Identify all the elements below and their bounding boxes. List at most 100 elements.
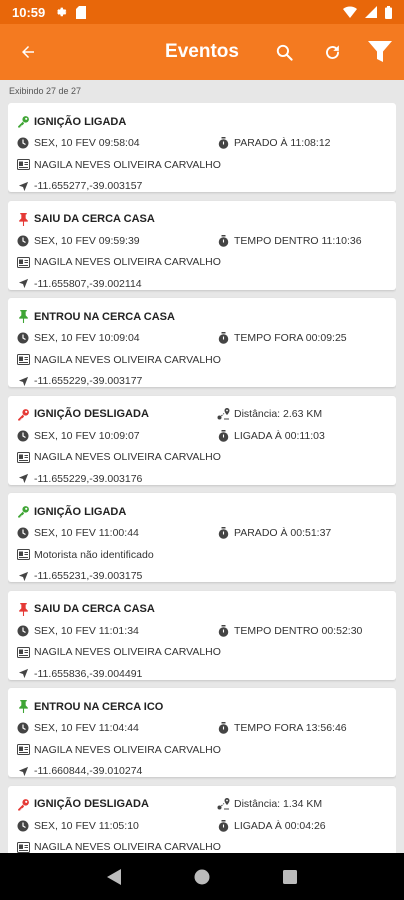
clock-icon [16,234,30,248]
nav-home-button[interactable] [182,857,222,897]
event-datetime: SEX, 10 FEV 10:09:07 [34,429,140,442]
event-distance-group: Distância: 1.34 KM [216,797,322,811]
event-datetime: SEX, 10 FEV 09:59:39 [34,234,140,247]
navigation-arrow-icon [16,667,30,681]
event-duration-group: TEMPO FORA 13:56:46 [216,721,347,735]
signal-icon [365,6,377,18]
event-coordinates-group: -11.655277,-39.003157 [16,179,142,193]
settings-gear-icon [57,7,67,16]
event-distance: Distância: 1.34 KM [234,798,323,811]
event-driver-group: NAGILA NEVES OLIVEIRA CARVALHO [16,158,221,172]
navigation-arrow-icon [16,374,30,388]
event-duration-group: TEMPO DENTRO 00:52:30 [216,624,362,638]
event-datetime-group: SEX, 10 FEV 11:04:44 [16,721,216,735]
id-card-icon [16,840,30,853]
clock-icon [16,819,30,833]
nav-recents-button[interactable] [270,857,310,897]
navigation-arrow-icon [16,179,30,193]
key-icon [16,407,30,421]
filter-button[interactable] [356,24,404,80]
navigation-arrow-icon [16,277,30,291]
clock-icon [16,526,30,540]
clock-icon [16,136,30,150]
id-card-icon [16,743,30,757]
event-duration: LIGADA À 00:11:03 [234,429,325,442]
event-driver: NAGILA NEVES OLIVEIRA CARVALHO [34,158,221,171]
event-datetime-group: SEX, 10 FEV 09:59:39 [16,234,216,248]
distance-icon [216,407,230,421]
event-driver-group: NAGILA NEVES OLIVEIRA CARVALHO [16,645,221,659]
event-datetime: SEX, 10 FEV 09:58:04 [34,137,140,150]
event-datetime-group: SEX, 10 FEV 11:00:44 [16,526,216,540]
status-time: 10:59 [12,4,46,20]
event-title: SAIU DA CERCA CASA [34,603,155,616]
event-card[interactable]: SAIU DA CERCA CASA SEX, 10 FEV 09:59:39 TE… [8,200,396,291]
event-driver: NAGILA NEVES OLIVEIRA CARVALHO [34,451,221,464]
event-driver-group: NAGILA NEVES OLIVEIRA CARVALHO [16,353,221,367]
event-coordinates-group: -11.655836,-39.004491 [16,667,142,681]
event-coordinates: -11.655807,-39.002114 [34,277,142,290]
triangle-back-icon [107,868,121,885]
event-card[interactable]: ENTROU NA CERCA CASA SEX, 10 FEV 10:09:04… [8,298,396,387]
clock-icon [16,721,30,735]
navigation-arrow-icon [16,764,30,778]
event-title: ENTROU NA CERCA ICO [34,700,164,713]
event-card[interactable]: IGNIÇÃO DESLIGADA Distância: 2.63 KM SEX, … [8,395,396,485]
event-datetime: SEX, 10 FEV 11:05:10 [34,819,139,832]
clock-icon [16,624,30,638]
event-card[interactable]: IGNIÇÃO DESLIGADA Distância: 1.34 KM SEX, … [8,785,396,853]
id-card-icon [16,450,30,464]
id-card-icon [16,353,30,367]
status-bar: 10:59 [0,0,404,24]
event-coordinates: -11.655229,-39.003176 [34,472,143,485]
event-coordinates: -11.655231,-39.003175 [34,570,143,583]
event-driver-group: NAGILA NEVES OLIVEIRA CARVALHO [16,450,221,464]
event-duration-group: PARADO À 11:08:12 [216,136,331,150]
event-driver-group: NAGILA NEVES OLIVEIRA CARVALHO [16,840,221,853]
battery-icon [385,5,392,19]
event-datetime: SEX, 10 FEV 11:00:44 [34,527,139,540]
nav-back-button[interactable] [94,857,134,897]
key-icon [16,797,30,811]
event-title: ENTROU NA CERCA CASA [34,310,175,323]
event-coordinates: -11.660844,-39.010274 [34,765,143,778]
refresh-icon [325,44,339,59]
pin-icon [16,310,30,324]
pin-icon [16,212,30,226]
event-datetime: SEX, 10 FEV 11:04:44 [34,722,139,735]
app-bar: Eventos [0,24,404,80]
event-driver-group: Motorista não identificado [16,548,154,562]
event-datetime-group: SEX, 10 FEV 11:05:10 [16,819,216,833]
event-card[interactable]: IGNIÇÃO LIGADA SEX, 10 FEV 11:00:44 PARADO… [8,493,396,582]
event-card[interactable]: IGNIÇÃO LIGADA SEX, 10 FEV 09:58:04 PARADO… [8,103,396,192]
search-button[interactable] [260,24,308,80]
event-title: IGNIÇÃO DESLIGADA [34,408,149,421]
event-card[interactable]: SAIU DA CERCA CASA SEX, 10 FEV 11:01:34 TE… [8,590,396,681]
event-title: IGNIÇÃO LIGADA [34,505,127,518]
event-duration-group: TEMPO DENTRO 11:10:36 [216,234,362,248]
event-duration: TEMPO FORA 00:09:25 [234,332,347,345]
event-coordinates-group: -11.655807,-39.002114 [16,277,142,291]
circle-home-icon [194,869,210,884]
event-coordinates-group: -11.655231,-39.003175 [16,569,142,583]
sd-card-icon [76,5,87,19]
pin-icon [16,700,30,714]
event-duration-group: LIGADA À 00:04:26 [216,819,326,833]
event-coordinates: -11.655277,-39.003157 [34,180,143,193]
clock-icon [16,429,30,443]
event-driver: NAGILA NEVES OLIVEIRA CARVALHO [34,646,221,659]
wifi-icon [343,6,357,18]
stopwatch-icon [216,526,230,540]
events-list: IGNIÇÃO LIGADA SEX, 10 FEV 09:58:04 PARADO… [8,103,396,853]
event-distance-group: Distância: 2.63 KM [216,407,322,421]
distance-icon [216,797,230,811]
back-button[interactable] [0,24,56,80]
arrow-back-icon [22,46,34,58]
event-card[interactable]: ENTROU NA CERCA ICO SEX, 10 FEV 11:04:44 T… [8,688,396,777]
stopwatch-icon [216,819,230,833]
event-datetime-group: SEX, 10 FEV 10:09:07 [16,429,216,443]
id-card-icon [16,255,30,269]
event-duration-group: TEMPO FORA 00:09:25 [216,331,347,345]
event-duration-group: PARADO À 00:51:37 [216,526,331,540]
refresh-button[interactable] [308,24,356,80]
